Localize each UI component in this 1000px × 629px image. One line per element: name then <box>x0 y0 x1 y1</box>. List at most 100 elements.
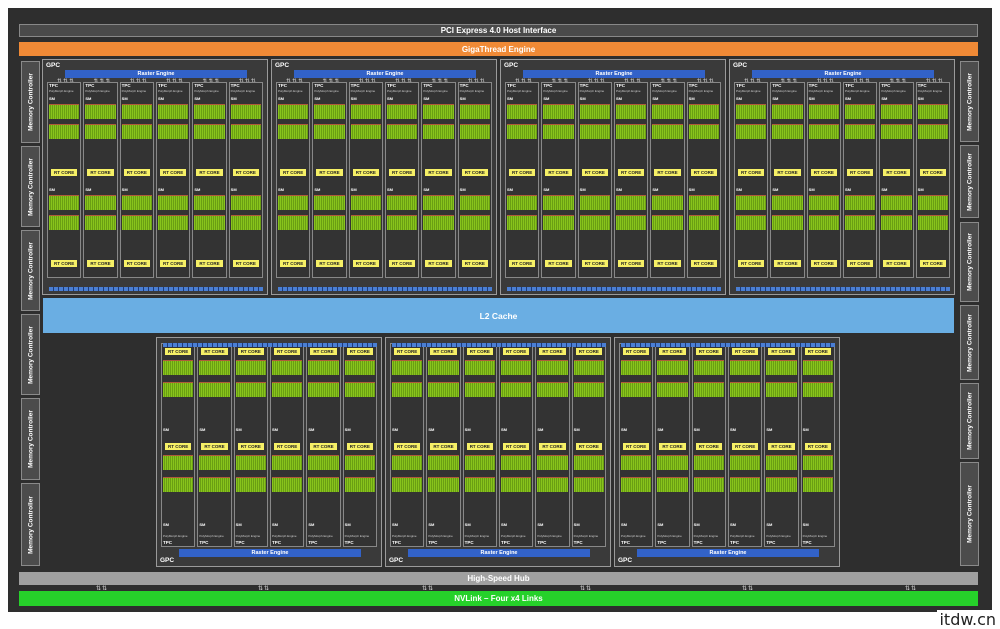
cuda-core-array <box>314 195 345 210</box>
cuda-core-array <box>573 477 605 492</box>
rt-core: RT CORE <box>394 348 421 355</box>
memory-controller: Memory Controller <box>960 145 979 218</box>
sm-label: SM <box>158 96 164 101</box>
polymorph-engine: PolyMorph Engine <box>688 89 714 93</box>
sm-label: SM <box>392 522 398 527</box>
memory-controller: Memory Controller <box>960 462 979 566</box>
sm-label: SM <box>621 427 627 432</box>
polymorph-engine: PolyMorph Engine <box>621 534 646 538</box>
cuda-core-array <box>235 477 267 492</box>
cuda-core-array <box>845 124 876 139</box>
sm-label: SM <box>423 96 430 101</box>
rt-core: RT CORE <box>201 443 228 450</box>
rt-core: RT CORE <box>237 443 264 450</box>
gpc-label: GPC <box>275 62 290 69</box>
gpc-label: GPC <box>504 62 519 69</box>
rt-core: RT CORE <box>346 443 373 450</box>
polymorph-engine: PolyMorph Engine <box>158 89 183 93</box>
sm-label: SM <box>657 522 664 527</box>
cuda-core-array <box>459 195 491 210</box>
tpc-block: TPC PolyMorph Engine RT CORE SM RT CORE SM <box>535 343 570 547</box>
rt-core: RT CORE <box>738 169 765 176</box>
sm-label: SM <box>688 96 695 101</box>
cuda-core-array <box>235 455 267 470</box>
rt-core: RT CORE <box>654 260 681 267</box>
polymorph-engine: PolyMorph Engine <box>766 534 791 538</box>
rt-core: RT CORE <box>623 443 650 450</box>
cuda-core-array <box>344 360 376 375</box>
tpc-block: TPC PolyMorph Engine RT CORE SM RT CORE SM <box>764 343 799 547</box>
texture-unit-strip <box>621 343 835 347</box>
cuda-core-array <box>85 195 116 210</box>
cuda-core-array <box>314 104 345 119</box>
sm-label: SM <box>308 522 315 527</box>
cuda-core-array <box>730 455 761 470</box>
cuda-core-array <box>272 360 303 375</box>
cuda-core-array <box>501 455 532 470</box>
tpc-label: TPC <box>85 83 95 88</box>
cuda-core-array <box>917 195 949 210</box>
cuda-core-array <box>507 124 538 139</box>
raster-engine: Raster Engine <box>179 549 361 557</box>
memory-controller: Memory Controller <box>21 398 40 480</box>
cuda-core-array <box>652 124 683 139</box>
cuda-core-array <box>693 477 725 492</box>
tpc-block: TPC PolyMorph Engine SM RT CORE SM RT CORE <box>915 82 950 278</box>
cuda-core-array <box>459 215 491 230</box>
cuda-core-array <box>49 215 80 230</box>
cuda-core-array <box>579 104 611 119</box>
tpc-block: TPC PolyMorph Engine SM RT CORE SM RT CORE <box>843 82 878 278</box>
raster-engine: Raster Engine <box>408 549 590 557</box>
memory-controller-label: Memory Controller <box>966 392 973 450</box>
cuda-core-array <box>392 455 423 470</box>
tpc-block: TPC PolyMorph Engine RT CORE SM RT CORE SM <box>691 343 726 547</box>
memory-controller-label: Memory Controller <box>27 241 34 300</box>
rt-core: RT CORE <box>466 443 493 450</box>
rt-core: RT CORE <box>389 260 416 267</box>
tpc-label: TPC <box>459 83 469 88</box>
cuda-core-array <box>616 195 647 210</box>
cuda-core-array <box>881 124 912 139</box>
cuda-core-array <box>579 124 611 139</box>
rt-core: RT CORE <box>425 260 452 267</box>
cuda-core-array <box>579 215 611 230</box>
tpc-block: TPC PolyMorph Engine RT CORE SM RT CORE SM <box>342 343 377 547</box>
tpc-block: TPC PolyMorph Engine SM RT CORE SM RT CORE <box>348 82 383 278</box>
sm-label: SM <box>350 96 357 101</box>
rt-core: RT CORE <box>196 260 223 267</box>
sm-label: SM <box>917 187 924 192</box>
sm-label: SM <box>344 427 351 432</box>
tpc-label: TPC <box>278 83 287 88</box>
memory-controller-label: Memory Controller <box>27 410 34 468</box>
sm-label: SM <box>344 522 351 527</box>
rt-core: RT CORE <box>690 169 717 176</box>
cuda-core-array <box>387 104 418 119</box>
rt-core: RT CORE <box>160 260 187 267</box>
rt-core: RT CORE <box>274 348 301 355</box>
tpc-label: TPC <box>772 83 782 88</box>
sm-label: SM <box>573 427 580 432</box>
rt-core: RT CORE <box>545 260 572 267</box>
cuda-core-array <box>121 104 153 119</box>
rt-core: RT CORE <box>774 260 801 267</box>
tpc-label: TPC <box>881 83 891 88</box>
cuda-core-array <box>616 124 647 139</box>
cuda-core-array <box>308 455 339 470</box>
polymorph-engine: PolyMorph Engine <box>845 89 870 93</box>
rt-core: RT CORE <box>575 443 602 450</box>
cuda-core-array <box>278 215 309 230</box>
tpc-block: TPC PolyMorph Engine SM RT CORE SM RT CORE <box>505 82 540 278</box>
tpc-block: TPC PolyMorph Engine RT CORE SM RT CORE SM <box>426 343 461 547</box>
tpc-block: TPC PolyMorph Engine SM RT CORE SM RT CORE <box>83 82 118 278</box>
sm-label: SM <box>464 427 471 432</box>
sm-label: SM <box>199 522 206 527</box>
cuda-core-array <box>314 124 345 139</box>
tpc-label: TPC <box>464 540 474 545</box>
cuda-core-array <box>621 455 652 470</box>
tpc-block: TPC PolyMorph Engine RT CORE SM RT CORE SM <box>462 343 497 547</box>
gigathread-engine: GigaThread Engine <box>19 42 978 56</box>
tpc-label: TPC <box>350 83 360 88</box>
polymorph-engine: PolyMorph Engine <box>579 89 605 93</box>
cuda-core-array <box>621 360 652 375</box>
rt-core: RT CORE <box>466 348 493 355</box>
